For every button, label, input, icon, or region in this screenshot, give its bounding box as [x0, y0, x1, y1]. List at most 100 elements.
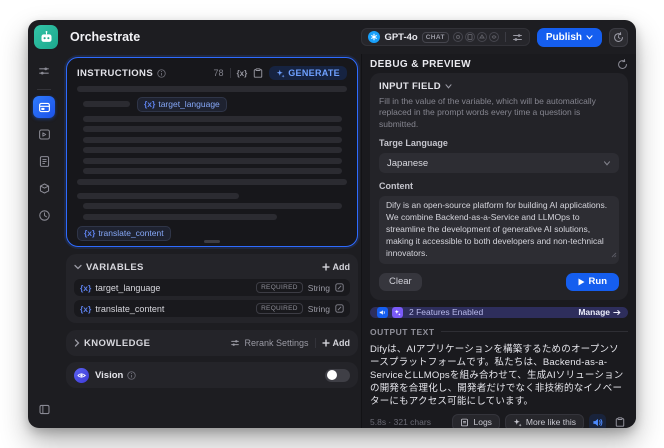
rerank-settings-button[interactable]: Rerank Settings	[230, 338, 309, 348]
variable-row[interactable]: {x} translate_content REQUIRED String	[74, 300, 350, 317]
logs-button[interactable]: Logs	[452, 413, 500, 428]
knowledge-title: KNOWLEDGE	[84, 337, 151, 349]
divider	[314, 338, 316, 348]
model-params-icon[interactable]	[512, 32, 523, 43]
capability-icon	[476, 32, 487, 42]
vision-section: Vision	[66, 362, 358, 388]
copy-icon[interactable]	[253, 68, 263, 78]
instructions-editor[interactable]: INSTRUCTIONS 78 {x} GENERATE {x} target_…	[66, 57, 358, 247]
chevron-down-icon[interactable]	[445, 84, 452, 89]
orchestrate-panel: INSTRUCTIONS 78 {x} GENERATE {x} target_…	[60, 54, 362, 428]
redacted-line	[83, 213, 278, 220]
generate-label: GENERATE	[288, 68, 340, 78]
app-robot-icon[interactable]	[34, 25, 58, 49]
add-variable-button[interactable]: Add	[322, 262, 350, 272]
redacted-line	[83, 168, 343, 174]
arrow-right-icon	[613, 309, 621, 315]
features-banner[interactable]: 2 Features Enabled Manage	[370, 306, 628, 318]
plus-icon	[322, 339, 329, 347]
run-button[interactable]: Run	[565, 272, 619, 291]
content-value: Dify is an open-source platform for buil…	[386, 200, 608, 258]
refresh-icon	[618, 59, 627, 69]
target-language-select[interactable]: Japanese	[379, 153, 619, 174]
capability-icon	[488, 32, 499, 42]
variable-row[interactable]: {x} target_language REQUIRED String	[74, 279, 350, 296]
rerank-icon	[231, 340, 240, 346]
sidebar-item-annotations[interactable]	[33, 177, 55, 199]
char-count: 78	[213, 68, 224, 78]
chevron-down-icon[interactable]	[74, 264, 82, 270]
model-selector[interactable]: GPT-4o CHAT	[361, 28, 530, 46]
sidebar-item-orchestrate[interactable]	[33, 96, 55, 118]
generate-button[interactable]: GENERATE	[269, 66, 347, 80]
editor-resize-handle[interactable]	[204, 240, 220, 243]
sidebar-item-api-access[interactable]	[33, 123, 55, 145]
redacted-line	[83, 203, 343, 209]
page-title: Orchestrate	[70, 30, 141, 44]
divider	[440, 331, 628, 333]
clear-button[interactable]: Clear	[379, 272, 422, 291]
manage-features-link[interactable]: Manage	[578, 307, 621, 317]
output-text: Difyは、AIアプリケーションを構築するためのオープンソースプラットフォームで…	[370, 343, 624, 407]
history-button[interactable]	[609, 27, 628, 47]
chevron-right-icon[interactable]	[74, 339, 80, 347]
chevron-down-icon	[586, 34, 593, 40]
adjustments-icon[interactable]	[33, 60, 55, 82]
knowledge-section: KNOWLEDGE Rerank Settings Add	[66, 330, 358, 356]
content-label: Content	[379, 181, 413, 192]
redacted-line	[83, 157, 343, 164]
edit-variable-icon[interactable]	[335, 304, 344, 313]
variable-name: translate_content	[95, 303, 165, 314]
content-textarea[interactable]: Dify is an open-source platform for buil…	[379, 196, 619, 264]
variable-insert-icon[interactable]: {x}	[237, 69, 248, 78]
speaker-button[interactable]	[589, 413, 606, 428]
divider	[37, 89, 51, 90]
variables-section: VARIABLES Add {x} target_language REQUIR…	[66, 254, 358, 323]
text-to-speech-feature-icon	[377, 306, 388, 318]
input-field-card: INPUT FIELD Fill in the value of the var…	[370, 73, 628, 300]
sidebar-item-logs[interactable]	[33, 150, 55, 172]
variable-token: {x}	[80, 282, 92, 293]
model-capability-icons	[452, 32, 499, 42]
debug-preview-panel: DEBUG & PREVIEW INPUT FIELD Fill in the …	[362, 54, 636, 428]
output-stats: 5.8s · 321 chars	[370, 417, 431, 428]
sidebar-item-monitoring[interactable]	[33, 204, 55, 226]
divider	[504, 32, 506, 42]
info-icon	[157, 68, 166, 78]
target-language-value: Japanese	[387, 157, 429, 169]
redacted-line	[83, 115, 343, 122]
variable-type: String	[307, 282, 330, 293]
collapse-sidebar-icon[interactable]	[33, 398, 55, 420]
redacted-line	[77, 86, 347, 92]
vision-toggle[interactable]	[325, 368, 350, 382]
edit-variable-icon[interactable]	[335, 283, 344, 292]
variables-title: VARIABLES	[86, 261, 144, 273]
publish-label: Publish	[545, 31, 582, 43]
publish-button[interactable]: Publish	[536, 27, 602, 47]
refresh-button[interactable]	[617, 59, 628, 70]
top-bar: Orchestrate GPT-4o CHAT Publish	[28, 20, 636, 54]
input-field-description: Fill in the value of the variable, which…	[379, 96, 596, 129]
more-like-this-feature-icon	[392, 306, 403, 318]
required-badge: REQUIRED	[256, 282, 303, 293]
debug-preview-title: DEBUG & PREVIEW	[370, 59, 472, 70]
more-like-this-button[interactable]: More like this	[504, 413, 584, 428]
add-knowledge-button[interactable]: Add	[322, 338, 350, 348]
redacted-line	[83, 147, 343, 153]
output-text-title: OUTPUT TEXT	[370, 326, 435, 337]
capability-icon	[452, 32, 463, 42]
redacted-line	[83, 101, 130, 107]
copy-output-button[interactable]	[611, 414, 628, 428]
speaker-icon	[593, 418, 603, 427]
variable-chip-translate-content[interactable]: {x} translate_content	[77, 225, 171, 241]
history-icon	[614, 31, 623, 42]
openai-logo-icon	[368, 31, 381, 43]
variable-chip-target-language[interactable]: {x} target_language	[137, 96, 227, 112]
plus-icon	[322, 263, 329, 271]
model-mode-badge: CHAT	[421, 31, 449, 43]
sparkle-icon	[513, 418, 522, 427]
resize-corner-icon[interactable]	[611, 250, 617, 262]
capability-icon	[464, 32, 475, 42]
vision-label: Vision	[95, 369, 124, 381]
left-icon-sidebar	[28, 54, 60, 428]
